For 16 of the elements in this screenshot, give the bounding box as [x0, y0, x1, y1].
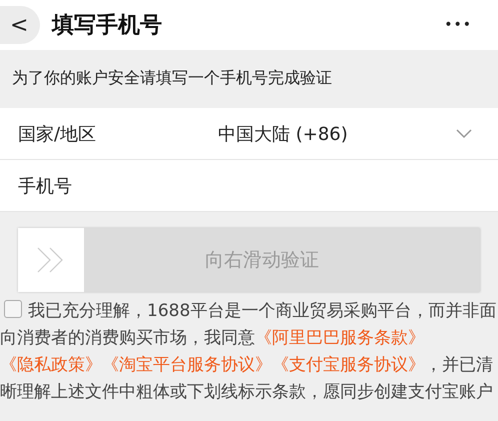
field-label: 手机号	[18, 174, 73, 198]
terms-link[interactable]: 《支付宝服务协议》	[272, 355, 425, 375]
field-label: 国家/地区	[18, 122, 98, 146]
slider-hint: 向右滑动验证	[204, 248, 320, 273]
back-button[interactable]: <	[0, 6, 40, 44]
terms-link[interactable]: 《淘宝平台服务协议》	[102, 355, 272, 375]
slider-handle[interactable]	[18, 228, 84, 292]
page-title: 填写手机号	[52, 12, 163, 40]
chevron-down-icon	[456, 128, 472, 138]
agreement-text: 我已充分理解，1688平台是一个商业贸易采购平台，而并非面向消费者的消费购买市场，我同意《阿里巴巴服务条款》 《隐私政策》《淘宝平台服务协议》《支付宝服务协议》，并已清晰理解上述文件中粗体或下划线标示条款，愿同步创建支付宝账户	[0, 299, 498, 404]
terms-link[interactable]: 《隐私政策》	[0, 355, 102, 375]
region-select[interactable]: 中国大陆 (+86)	[218, 122, 480, 146]
agree-checkbox[interactable]	[4, 300, 22, 318]
more-button[interactable]: •••	[444, 17, 472, 33]
terms-link[interactable]: 《阿里巴巴服务条款》	[255, 328, 425, 348]
notice-text: 为了你的账户安全请填写一个手机号完成验证	[11, 67, 333, 89]
